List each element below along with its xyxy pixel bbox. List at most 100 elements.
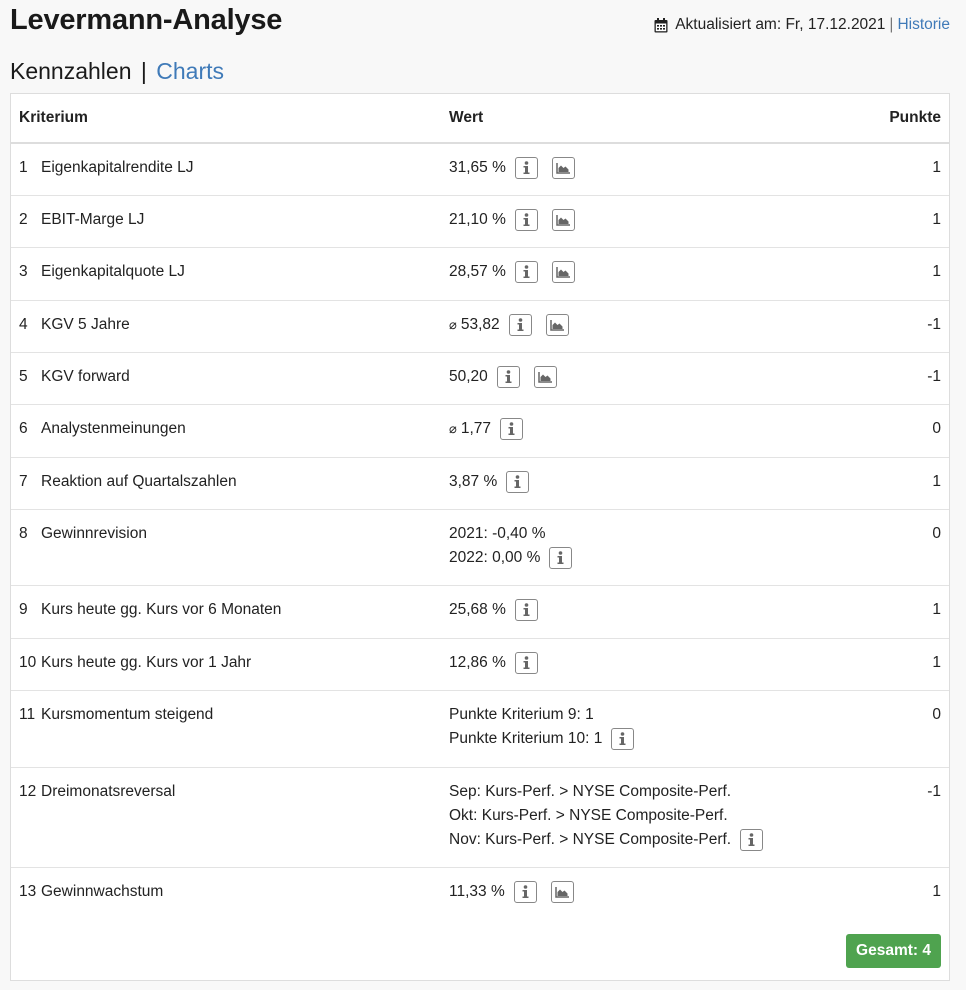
info-icon[interactable] bbox=[514, 260, 538, 283]
criterion-label: Reaktion auf Quartalszahlen bbox=[41, 472, 237, 490]
cell-value: Punkte Kriterium 9: 1 Punkte Kriterium 10… bbox=[441, 689, 863, 767]
value-text: 25,68 % bbox=[449, 600, 506, 618]
cell-number: 7 bbox=[11, 456, 41, 509]
criterion-number: 2 bbox=[19, 210, 28, 228]
value-text: 50,20 bbox=[449, 367, 488, 385]
tab-kennzahlen: Kennzahlen bbox=[10, 58, 132, 84]
criterion-number: 6 bbox=[19, 419, 28, 437]
criterion-number: 5 bbox=[19, 367, 28, 385]
info-icon[interactable] bbox=[500, 417, 523, 440]
column-header-kriterium: Kriterium bbox=[11, 94, 441, 144]
cell-points: 1 bbox=[862, 246, 949, 300]
cell-criterion: Gewinnrevision bbox=[41, 508, 441, 585]
cell-points: 0 bbox=[862, 508, 949, 585]
points-value: -1 bbox=[927, 782, 941, 800]
points-value: 0 bbox=[932, 419, 941, 437]
criterion-number: 10 bbox=[19, 653, 37, 671]
info-icon[interactable] bbox=[506, 470, 530, 493]
criterion-number: 3 bbox=[19, 262, 28, 280]
value-text: Nov: Kurs-Perf. > NYSE Composite-Perf. bbox=[449, 830, 732, 848]
table-row: 2 EBIT-Marge LJ 21,10 % 1 bbox=[11, 194, 949, 247]
cell-points: 1 bbox=[862, 194, 949, 247]
history-link[interactable]: Historie bbox=[897, 16, 950, 34]
points-value: 1 bbox=[932, 210, 941, 228]
points-value: 1 bbox=[932, 472, 941, 490]
cell-value: ⌀ 53,82 bbox=[441, 299, 863, 352]
cell-number: 4 bbox=[11, 299, 41, 352]
info-icon[interactable] bbox=[514, 651, 538, 674]
cell-points: -1 bbox=[862, 299, 949, 352]
cell-number: 12 bbox=[11, 766, 41, 867]
table-row: 1 Eigenkapitalrendite LJ 31,65 % 1 bbox=[11, 142, 949, 195]
points-value: -1 bbox=[927, 315, 941, 333]
calendar-icon bbox=[654, 17, 668, 33]
info-icon[interactable] bbox=[514, 208, 538, 231]
chart-icon[interactable] bbox=[551, 208, 575, 231]
value-text: 2021: -0,40 % bbox=[449, 524, 546, 542]
cell-points: 1 bbox=[862, 866, 949, 919]
info-icon[interactable] bbox=[514, 598, 538, 621]
value-text: Sep: Kurs-Perf. > NYSE Composite-Perf. bbox=[449, 782, 732, 800]
updated-date: Aktualisiert am: Fr, 17.12.2021 bbox=[675, 16, 886, 33]
value-text: 12,86 % bbox=[449, 653, 506, 671]
table-row: 4 KGV 5 Jahre ⌀ 53,82 -1 bbox=[11, 299, 949, 352]
cell-criterion: Kurs heute gg. Kurs vor 6 Monaten bbox=[41, 584, 441, 638]
cell-criterion: Kursmomentum steigend bbox=[41, 689, 441, 767]
cell-criterion: EBIT-Marge LJ bbox=[41, 194, 441, 247]
criterion-label: Analystenmeinungen bbox=[41, 419, 186, 437]
criterion-number: 9 bbox=[19, 600, 28, 618]
chart-icon[interactable] bbox=[551, 157, 575, 179]
info-icon[interactable] bbox=[508, 313, 532, 336]
table-footer: Gesamt: 4 bbox=[846, 934, 941, 968]
info-icon[interactable] bbox=[514, 157, 538, 179]
value-text: 3,87 % bbox=[449, 472, 498, 490]
info-icon[interactable] bbox=[549, 546, 573, 569]
info-icon[interactable] bbox=[611, 727, 635, 750]
cell-value: 12,86 % bbox=[441, 637, 863, 690]
cell-number: 9 bbox=[11, 584, 41, 638]
criterion-label: Dreimonatsreversal bbox=[41, 782, 176, 800]
table-row: 7 Reaktion auf Quartalszahlen 3,87 % 1 bbox=[11, 456, 949, 509]
criterion-label: Kurs heute gg. Kurs vor 6 Monaten bbox=[41, 600, 282, 618]
info-icon[interactable] bbox=[740, 828, 764, 851]
cell-points: -1 bbox=[862, 351, 949, 404]
cell-points: 1 bbox=[862, 456, 949, 509]
cell-value: 21,10 % bbox=[441, 194, 863, 247]
cell-points: 1 bbox=[862, 142, 949, 195]
criterion-number: 1 bbox=[19, 159, 28, 176]
criterion-number: 11 bbox=[19, 705, 36, 723]
cell-value: 28,57 % bbox=[441, 246, 863, 300]
table-row: 5 KGV forward 50,20 -1 bbox=[11, 351, 949, 404]
info-icon[interactable] bbox=[496, 365, 520, 388]
chart-icon[interactable] bbox=[551, 260, 575, 283]
cell-number: 2 bbox=[11, 194, 41, 247]
criterion-label: KGV 5 Jahre bbox=[41, 315, 130, 333]
chart-icon[interactable] bbox=[545, 313, 569, 336]
cell-criterion: Eigenkapitalrendite LJ bbox=[41, 142, 441, 195]
sub-navigation: Kennzahlen | Charts bbox=[10, 58, 224, 85]
points-value: 1 bbox=[932, 262, 941, 280]
chart-icon[interactable] bbox=[533, 365, 557, 388]
criterion-number: 12 bbox=[19, 782, 37, 800]
criterion-label: KGV forward bbox=[41, 367, 130, 385]
criterion-label: Gewinnwachstum bbox=[41, 882, 164, 900]
chart-icon[interactable] bbox=[550, 880, 574, 903]
table-row: 9 Kurs heute gg. Kurs vor 6 Monaten 25,68 … bbox=[11, 584, 949, 638]
table-row: 8 Gewinnrevision 2021: -0,40 % 2022: 0,00 %… bbox=[11, 508, 949, 585]
cell-number: 10 bbox=[11, 637, 41, 690]
cell-number: 5 bbox=[11, 351, 41, 404]
charts-link[interactable]: Charts bbox=[156, 58, 224, 84]
info-icon[interactable] bbox=[513, 880, 537, 903]
levermann-table: Kriterium Wert Punkte 1 Eigenkapitalrendi… bbox=[10, 93, 950, 981]
separator: | bbox=[889, 16, 894, 33]
cell-criterion: Reaktion auf Quartalszahlen bbox=[41, 456, 441, 509]
points-value: 1 bbox=[932, 653, 941, 671]
cell-criterion: Dreimonatsreversal bbox=[41, 766, 441, 867]
column-header-punkte: Punkte bbox=[862, 94, 949, 144]
table-row: 13 Gewinnwachstum 11,33 % 1 bbox=[11, 866, 949, 919]
criterion-number: 4 bbox=[19, 315, 28, 333]
criterion-label: Gewinnrevision bbox=[41, 524, 147, 542]
criterion-label: EBIT-Marge LJ bbox=[41, 210, 145, 228]
table-header-row: Kriterium Wert Punkte bbox=[11, 94, 949, 144]
value-text: 11,33 % bbox=[449, 882, 505, 900]
